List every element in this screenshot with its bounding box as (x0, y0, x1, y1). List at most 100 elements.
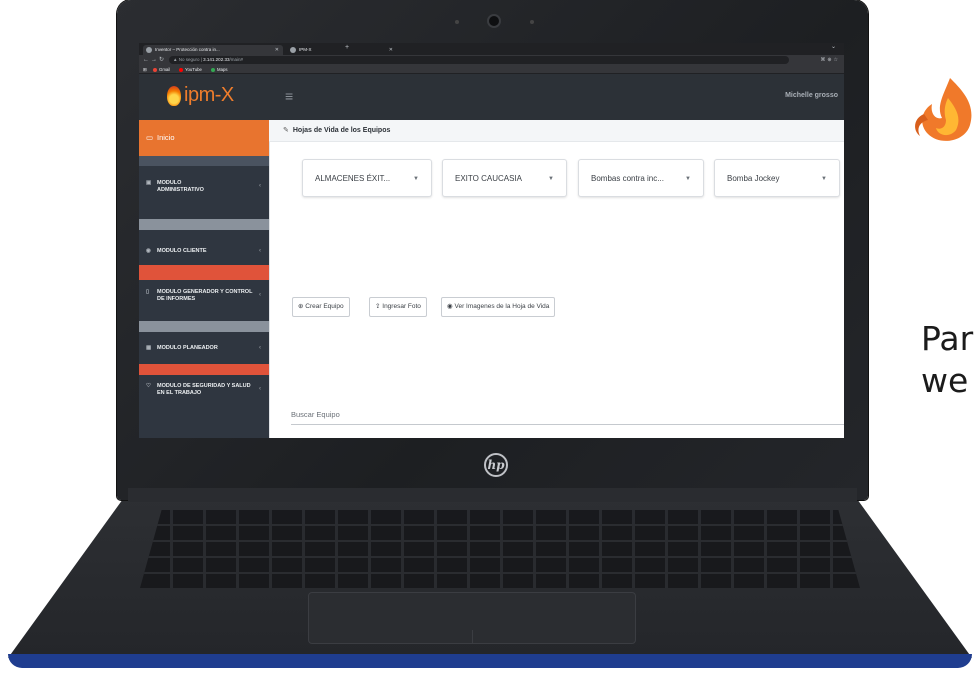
gmail-icon (153, 67, 157, 72)
chevron-left-icon: ‹ (259, 292, 261, 298)
security-label: No seguro (178, 57, 200, 62)
laptop-hinge (128, 488, 857, 502)
close-tab-icon[interactable]: ✕ (389, 45, 393, 55)
apps-icon[interactable]: ⊞ (143, 65, 147, 74)
tab-favicon-icon (146, 47, 152, 53)
address-bar[interactable]: ▲ No seguro | 3.141.202.33/main# (169, 56, 789, 64)
youtube-icon (179, 67, 183, 72)
bookmarks-bar: ⊞ Gmail YouTube Maps (139, 65, 844, 74)
upload-photo-label: Ingresar Foto (382, 303, 421, 310)
document-icon: ▯ (146, 289, 150, 295)
bookmark-maps[interactable]: Maps (211, 65, 228, 74)
hp-logo-icon: hp (484, 453, 508, 477)
shield-icon: ♡ (146, 383, 151, 389)
sidebar-divider (139, 321, 269, 332)
url-host: 3.141.202.33 (203, 57, 230, 62)
back-icon[interactable]: ← (143, 55, 149, 65)
laptop-base-edge (8, 654, 972, 668)
sidebar-item-label: MODULO ADMINISTRATIVO (157, 180, 204, 193)
view-images-label: Ver Imagenes de la Hoja de Vida (454, 303, 550, 310)
chevron-left-icon: ‹ (259, 247, 261, 254)
brand-flame-icon (167, 86, 181, 106)
content-header: ✎ Hojas de Vida de los Equipos (269, 120, 844, 142)
webcam-sensor (455, 20, 459, 24)
sidebar-divider (139, 364, 269, 375)
sidebar-item-seguridad[interactable]: ♡ MODULO DE SEGURIDAD Y SALUD EN EL TRABA… (139, 383, 269, 397)
ipm-flame-logo-icon (915, 78, 972, 141)
sidebar: ▭ Inicio ▣ MODULO ADMINISTRATIVO ‹ ◉ MODULO… (139, 120, 269, 438)
client-select[interactable]: ALMACENES ÉXIT... ▼ (302, 159, 432, 197)
browser-tab[interactable]: Inventor – Protección contra in... ✕ (143, 45, 283, 55)
bookmark-label: YouTube (185, 67, 202, 72)
promo-text: Par we (921, 318, 973, 402)
user-name[interactable]: Michelle grosso (785, 92, 838, 99)
browser-tab-bar: Inventor – Protección contra in... ✕ IPM… (139, 43, 844, 55)
promo-text-line-2: we (921, 361, 969, 400)
dropdown-caret-icon: ▼ (413, 176, 419, 182)
sidebar-divider (139, 219, 269, 230)
system-select-value: Bombas contra inc... (591, 174, 664, 183)
equipment-select[interactable]: Bomba Jockey ▼ (714, 159, 840, 197)
page: Par we hp Inventor – Protección contra i… (0, 0, 980, 688)
promo-text-line-1: Par (921, 319, 974, 358)
upload-photo-button[interactable]: ⇪ Ingresar Foto (369, 297, 427, 317)
view-images-button[interactable]: ◉ Ver Imagenes de la Hoja de Vida (441, 297, 556, 317)
search-input[interactable]: Buscar Equipo (291, 410, 340, 419)
menu-toggle-icon[interactable]: ≡ (285, 88, 293, 104)
upload-icon: ⇪ (375, 303, 381, 310)
brand-name: ipm-X (184, 84, 234, 106)
system-select[interactable]: Bombas contra inc... ▼ (578, 159, 704, 197)
site-select[interactable]: EXITO CAUCASIA ▼ (442, 159, 567, 197)
sidebar-item-informes[interactable]: ▯ MODULO GENERADOR Y CONTROL DE INFORMES … (139, 289, 269, 303)
tab-label: IPM-X (299, 47, 312, 52)
tab-search-icon[interactable]: ⌄ (831, 43, 836, 50)
sidebar-item-label: MODULO CLIENTE (157, 248, 207, 254)
briefcase-icon: ▣ (146, 180, 152, 186)
dropdown-caret-icon: ▼ (821, 176, 827, 182)
site-select-value: EXITO CAUCASIA (455, 174, 522, 183)
bookmark-gmail[interactable]: Gmail (153, 65, 170, 74)
page-title: ✎ Hojas de Vida de los Equipos (283, 126, 390, 134)
sidebar-divider (139, 156, 269, 166)
sidebar-item-administrativo[interactable]: ▣ MODULO ADMINISTRATIVO ‹ (139, 180, 269, 194)
close-tab-icon[interactable]: ✕ (275, 45, 279, 55)
bookmark-youtube[interactable]: YouTube (179, 65, 202, 74)
sidebar-item-label: Inicio (157, 133, 175, 142)
laptop-screen: Inventor – Protección contra in... ✕ IPM… (139, 43, 844, 438)
browser-toolbar: ← → ↻ ▲ No seguro | 3.141.202.33/main# ⌘… (139, 55, 844, 65)
sidebar-item-cliente[interactable]: ◉ MODULO CLIENTE ‹ (139, 248, 269, 255)
webcam-icon (487, 14, 501, 28)
forward-icon[interactable]: → (151, 55, 157, 65)
create-equipment-label: Crear Equipo (305, 303, 344, 310)
brand[interactable]: ipm-X (139, 74, 269, 120)
tab-label: Inventor – Protección contra in... (155, 47, 220, 52)
sidebar-item-label: MODULO PLANEADOR (157, 345, 218, 351)
bookmark-label: Gmail (159, 67, 171, 72)
warning-icon: ▲ (173, 57, 178, 62)
client-select-value: ALMACENES ÉXIT... (315, 174, 391, 183)
create-equipment-button[interactable]: ⊕ Crear Equipo (292, 297, 350, 317)
page-title-text: Hojas de Vida de los Equipos (292, 127, 391, 134)
sidebar-item-label: MODULO DE SEGURIDAD Y SALUD EN EL TRABAJ… (157, 383, 251, 396)
chevron-left-icon: ‹ (259, 386, 261, 392)
calendar-icon: ▦ (146, 345, 152, 351)
maps-icon (211, 67, 215, 72)
webcam-sensor (530, 20, 534, 24)
bookmark-star-icon[interactable]: ☆ (834, 57, 840, 63)
bookmark-label: Maps (217, 67, 228, 72)
sidebar-item-inicio[interactable]: ▭ Inicio (139, 120, 269, 156)
reload-icon[interactable]: ↻ (159, 55, 164, 65)
edit-icon: ✎ (283, 127, 289, 134)
browser-tab[interactable]: IPM-X ✕ (287, 45, 397, 55)
sidebar-item-label: MODULO GENERADOR Y CONTROL DE INFORMES (157, 289, 253, 302)
sidebar-item-planeador[interactable]: ▦ MODULO PLANEADOR ‹ (139, 345, 269, 352)
new-tab-button[interactable]: + (345, 44, 349, 51)
monitor-icon: ▭ (146, 133, 154, 142)
toolbar-icons: ⌘⊕☆ (820, 55, 840, 65)
chevron-left-icon: ‹ (259, 344, 261, 351)
sidebar-divider (139, 265, 269, 280)
chevron-left-icon: ‹ (259, 183, 261, 189)
url-path: /main# (229, 57, 243, 62)
touchpad-divider (472, 630, 473, 644)
eye-icon: ◉ (447, 303, 453, 310)
